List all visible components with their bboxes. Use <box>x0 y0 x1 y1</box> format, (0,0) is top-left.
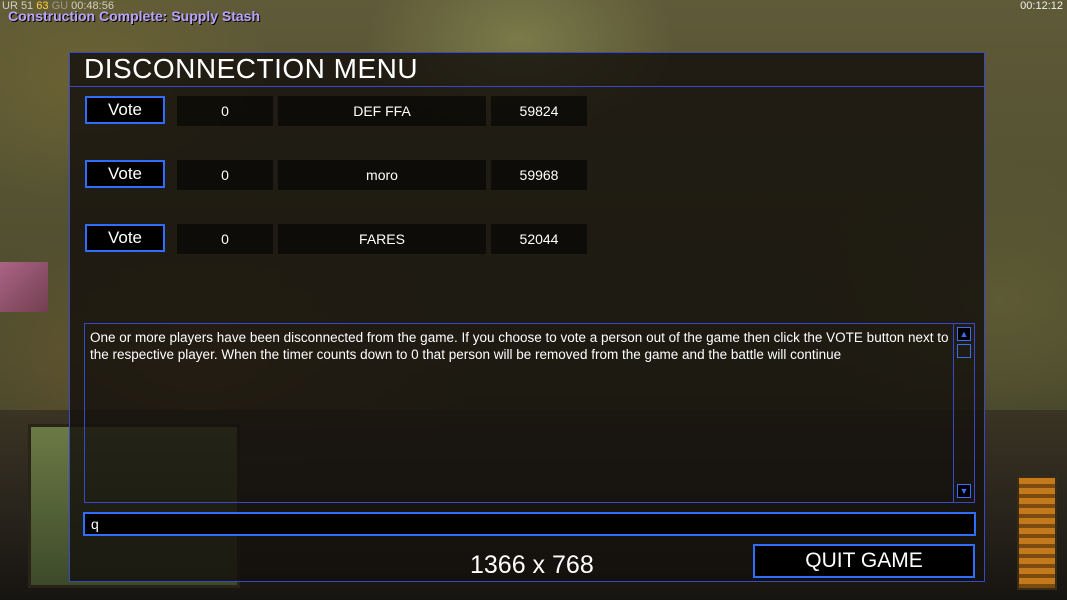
power-meter <box>1017 476 1057 590</box>
message-box[interactable]: One or more players have been disconnect… <box>84 323 975 503</box>
player-name: DEF FFA <box>278 96 486 126</box>
game-clock: 00:12:12 <box>1020 0 1063 12</box>
disconnect-timer: 59824 <box>491 96 587 126</box>
scroll-up-icon[interactable]: ▲ <box>957 327 971 341</box>
scroll-thumb[interactable] <box>957 344 971 358</box>
vote-count: 0 <box>177 160 273 190</box>
vote-button[interactable]: Vote <box>85 160 165 188</box>
disconnection-dialog: DISCONNECTION MENU Vote 0 DEF FFA 59824 … <box>69 52 985 582</box>
disconnect-timer: 59968 <box>491 160 587 190</box>
building-structure <box>0 262 48 312</box>
player-name: moro <box>278 160 486 190</box>
vote-button[interactable]: Vote <box>85 96 165 124</box>
notification-text: Construction Complete: Supply Stash <box>8 8 261 24</box>
title-divider <box>70 86 984 87</box>
message-scrollbar[interactable]: ▲ ▼ <box>953 324 974 502</box>
dialog-title: DISCONNECTION MENU <box>84 53 419 84</box>
vote-button[interactable]: Vote <box>85 224 165 252</box>
vote-count: 0 <box>177 224 273 254</box>
disconnect-timer: 52044 <box>491 224 587 254</box>
scroll-down-icon[interactable]: ▼ <box>957 484 971 498</box>
vote-count: 0 <box>177 96 273 126</box>
chat-input[interactable] <box>83 512 976 536</box>
quit-game-button[interactable]: QUIT GAME <box>753 544 975 578</box>
disconnect-message: One or more players have been disconnect… <box>90 330 949 362</box>
player-name: FARES <box>278 224 486 254</box>
resolution-label: 1366 x 768 <box>470 551 594 579</box>
